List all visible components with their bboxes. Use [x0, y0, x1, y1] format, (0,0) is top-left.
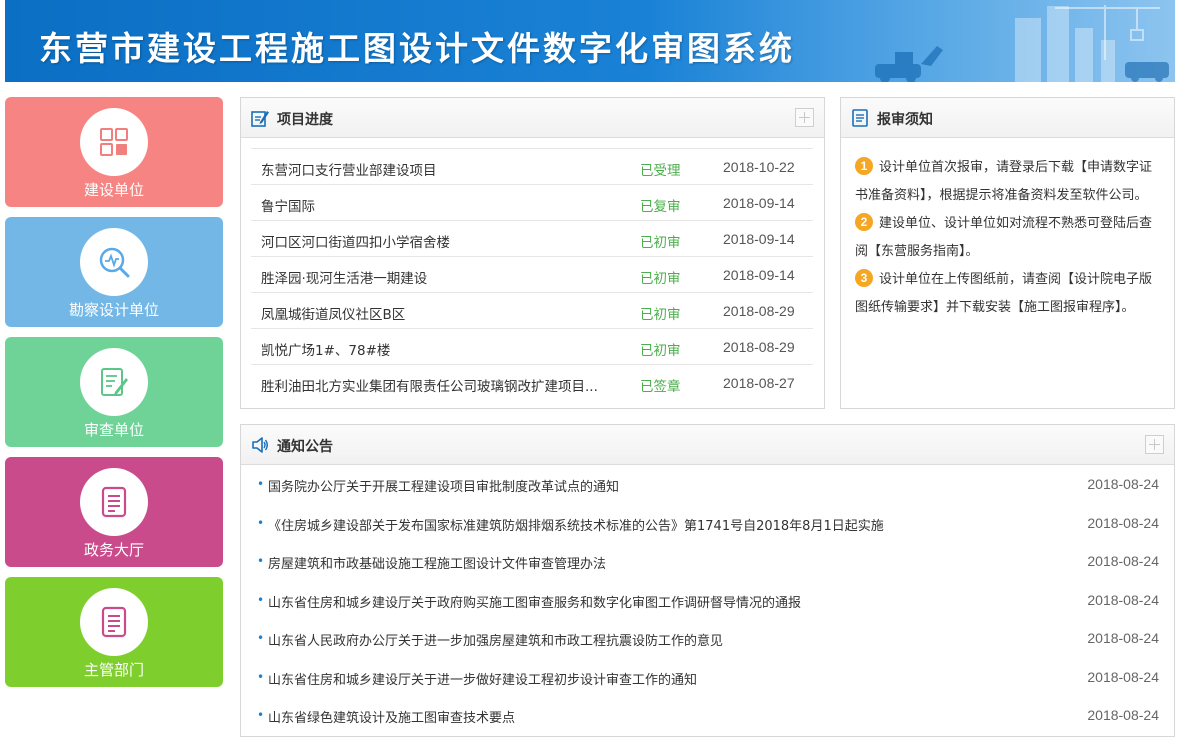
document-icon [80, 588, 148, 656]
project-date: 2018-10-22 [723, 159, 795, 175]
project-name[interactable]: 凯悦广场1#、78#楼 [261, 339, 613, 359]
bullet-icon: • [257, 592, 265, 607]
project-status: 已初审 [640, 271, 681, 287]
announcement-row[interactable]: • 山东省住房和城乡建设厅关于政府购买施工图审查服务和数字化审图工作调研督导情况的… [257, 583, 1159, 621]
project-progress-panel: 项目进度 东营河口支行营业部建设项目 已受理 2018-10-22 鲁宁国际 已复审 20… [240, 97, 825, 409]
project-name[interactable]: 胜泽园·现河生活港一期建设 [261, 267, 613, 287]
tile-survey-design-unit[interactable]: 勘察设计单位 [5, 217, 223, 327]
tile-label: 审查单位 [83, 421, 144, 439]
tile-government-hall[interactable]: 政务大厅 [5, 457, 223, 567]
announcement-title[interactable]: 房屋建筑和市政基础设施工程施工图设计文件审查管理办法 [268, 553, 1048, 572]
notice-item-text: 设计单位首次报审，请登录后下载【申请数字证书准备资料】，根据提示将准备资料发至软… [855, 160, 1153, 203]
bullet-icon: • [257, 631, 265, 645]
construction-skyline-icon [875, 5, 1169, 82]
tile-construction-unit[interactable]: 建设单位 [5, 97, 223, 207]
announcement-title[interactable]: 山东省人民政府办公厅关于进一步加强房屋建筑和市政工程抗震设防工作的意见 [268, 630, 1048, 649]
notice-item-text: 设计单位在上传图纸前，请查阅【设计院电子版图纸传输要求】并下载安装【施工图报审程… [855, 272, 1153, 315]
announcement-row[interactable]: • 山东省绿色建筑设计及施工图审查技术要点 2018-08-24 [257, 698, 1159, 736]
list-icon [852, 109, 868, 127]
announcement-date: 2018-08-24 [1087, 553, 1159, 569]
bullet-icon: • [257, 669, 265, 684]
number-badge: 2 [855, 213, 873, 231]
header-banner: 东营市建设工程施工图设计文件数字化审图系统 [5, 0, 1175, 82]
survey-search-icon [80, 228, 148, 296]
edit-icon [251, 111, 269, 127]
announcement-date: 2018-08-24 [1087, 630, 1159, 646]
notice-text: 1 设计单位首次报审，请登录后下载【申请数字证书准备资料】，根据提示将准备资料发至… [855, 154, 1160, 322]
notice-item: 1 设计单位首次报审，请登录后下载【申请数字证书准备资料】，根据提示将准备资料发至… [855, 154, 1160, 210]
notice-item: 2 建设单位、设计单位如对流程不熟悉可登陆后查阅【东营服务指南】。 [855, 210, 1160, 266]
panel-header: 通知公告 [241, 425, 1174, 465]
announcement-date: 2018-08-24 [1087, 476, 1159, 492]
project-name[interactable]: 凤凰城街道凤仪社区B区 [261, 303, 613, 323]
bullet-icon: • [257, 477, 265, 491]
project-name[interactable]: 鲁宁国际 [261, 195, 613, 215]
announcement-row[interactable]: • 房屋建筑和市政基础设施工程施工图设计文件审查管理办法 2018-08-24 [257, 544, 1159, 582]
announcement-title[interactable]: 国务院办公厅关于开展工程建设项目审批制度改革试点的通知 [268, 476, 1048, 495]
announcement-date: 2018-08-24 [1087, 707, 1159, 723]
project-row[interactable]: 凤凰城街道凤仪社区B区 已初审 2018-08-29 [251, 292, 813, 328]
announcement-row[interactable]: • 国务院办公厅关于开展工程建设项目审批制度改革试点的通知 2018-08-24 [257, 467, 1159, 505]
project-status: 已初审 [640, 343, 681, 359]
project-row[interactable]: 河口区河口街道四扣小学宿舍楼 已初审 2018-09-14 [251, 220, 813, 256]
project-status: 已初审 [640, 235, 681, 251]
notice-item: 3 设计单位在上传图纸前，请查阅【设计院电子版图纸传输要求】并下载安装【施工图报审… [855, 266, 1160, 322]
project-status: 已复审 [640, 199, 681, 215]
project-date: 2018-08-29 [723, 339, 795, 355]
project-date: 2018-08-27 [723, 375, 795, 391]
bullet-icon: • [257, 515, 265, 530]
announcement-title[interactable]: 山东省住房和城乡建设厅关于政府购买施工图审查服务和数字化审图工作调研督导情况的通… [268, 592, 1048, 611]
project-row[interactable]: 东营河口支行营业部建设项目 已受理 2018-10-22 [251, 148, 813, 184]
speaker-icon [252, 437, 268, 453]
project-date: 2018-09-14 [723, 231, 795, 247]
number-badge: 1 [855, 157, 873, 175]
announcement-row[interactable]: • 山东省住房和城乡建设厅关于进一步做好建设工程初步设计审查工作的通知 2018-0… [257, 660, 1159, 698]
panel-header: 报审须知 [841, 98, 1174, 138]
project-row[interactable]: 胜利油田北方实业集团有限责任公司玻璃钢改扩建项目... 已签章 2018-08-27 [251, 364, 813, 400]
project-row[interactable]: 鲁宁国际 已复审 2018-09-14 [251, 184, 813, 220]
notice-item-text: 建设单位、设计单位如对流程不熟悉可登陆后查阅【东营服务指南】。 [855, 216, 1153, 259]
bullet-icon: • [257, 554, 265, 568]
announcement-date: 2018-08-24 [1087, 591, 1159, 608]
project-status: 已签章 [640, 379, 681, 395]
expand-plus-icon[interactable] [1145, 435, 1164, 454]
tile-label: 主管部门 [83, 661, 144, 679]
panel-title: 通知公告 [277, 439, 333, 455]
review-notice-panel: 报审须知 1 设计单位首次报审，请登录后下载【申请数字证书准备资料】，根据提示将准… [840, 97, 1175, 409]
tile-label: 建设单位 [83, 181, 144, 199]
tile-label: 勘察设计单位 [68, 301, 159, 319]
project-date: 2018-08-29 [723, 303, 795, 319]
number-badge: 3 [855, 269, 873, 287]
tile-competent-department[interactable]: 主管部门 [5, 577, 223, 687]
project-status: 已受理 [640, 163, 681, 179]
grid-icon [80, 108, 148, 176]
announcement-date: 2018-08-24 [1087, 668, 1159, 685]
announcement-date: 2018-08-24 [1087, 514, 1159, 531]
project-date: 2018-09-14 [723, 267, 795, 283]
project-row[interactable]: 胜泽园·现河生活港一期建设 已初审 2018-09-14 [251, 256, 813, 292]
expand-plus-icon[interactable] [795, 108, 814, 127]
announcement-row[interactable]: • 《住房城乡建设部关于发布国家标准建筑防烟排烟系统技术标准的公告》第1741号自… [257, 506, 1159, 544]
tile-review-unit[interactable]: 审查单位 [5, 337, 223, 447]
tile-label: 政务大厅 [83, 541, 144, 559]
project-date: 2018-09-14 [723, 195, 795, 211]
document-icon [80, 468, 148, 536]
announcement-panel: 通知公告 • 国务院办公厅关于开展工程建设项目审批制度改革试点的通知 2018-08… [240, 424, 1175, 737]
panel-title: 项目进度 [277, 112, 333, 128]
panel-header: 项目进度 [241, 98, 824, 138]
bullet-icon: • [257, 708, 265, 722]
announcement-title[interactable]: 山东省住房和城乡建设厅关于进一步做好建设工程初步设计审查工作的通知 [268, 669, 1048, 688]
panel-title: 报审须知 [877, 112, 933, 128]
project-name[interactable]: 东营河口支行营业部建设项目 [261, 159, 613, 179]
project-name[interactable]: 胜利油田北方实业集团有限责任公司玻璃钢改扩建项目... [261, 375, 613, 395]
announcement-title[interactable]: 《住房城乡建设部关于发布国家标准建筑防烟排烟系统技术标准的公告》第1741号自2… [268, 515, 1048, 534]
announcement-title[interactable]: 山东省绿色建筑设计及施工图审查技术要点 [268, 707, 1048, 726]
project-name[interactable]: 河口区河口街道四扣小学宿舍楼 [261, 231, 613, 251]
announcement-row[interactable]: • 山东省人民政府办公厅关于进一步加强房屋建筑和市政工程抗震设防工作的意见 2018… [257, 621, 1159, 659]
review-pen-icon [80, 348, 148, 416]
project-row[interactable]: 凯悦广场1#、78#楼 已初审 2018-08-29 [251, 328, 813, 364]
project-status: 已初审 [640, 307, 681, 323]
site-title: 东营市建设工程施工图设计文件数字化审图系统 [39, 29, 795, 68]
